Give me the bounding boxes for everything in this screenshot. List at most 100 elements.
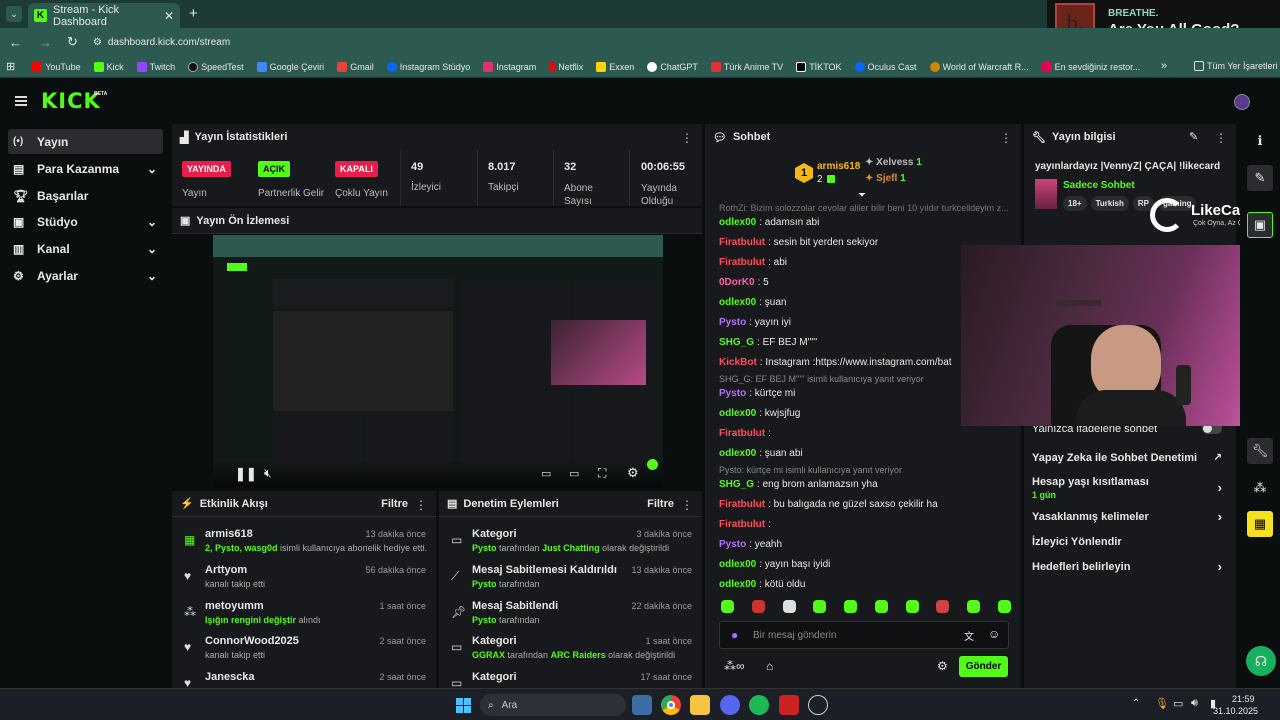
mic-icon[interactable]: ● <box>731 628 738 642</box>
chat-message[interactable]: odlex00: yayın başı iyidi <box>719 554 1013 574</box>
list-item[interactable]: ▭ Kategori 17 saat önce <box>439 668 702 688</box>
fullscreen-icon[interactable]: ⛶ <box>598 466 606 481</box>
tab-list-button[interactable]: ⌄ <box>6 6 22 22</box>
chat-username[interactable]: odlex00 <box>719 217 756 228</box>
bookmark-speedtest[interactable]: SpeedTest <box>188 61 244 72</box>
sidebar-item-ayarlar[interactable]: ⚙ Ayarlar ⌄ <box>8 263 163 288</box>
obs-icon[interactable] <box>779 695 799 715</box>
bookmark-wow[interactable]: World of Warcraft R... <box>929 61 1029 72</box>
bookmark-translate[interactable]: Google Çeviri <box>256 61 324 72</box>
emote-icon[interactable] <box>936 600 950 613</box>
chat-username[interactable]: Pysto <box>719 317 746 328</box>
emote-icon[interactable] <box>813 600 827 613</box>
wrench-icon[interactable]: 🔧︎ <box>1247 438 1273 464</box>
chat-message[interactable]: Firatbulut: <box>719 514 1013 534</box>
spotify-icon[interactable] <box>749 695 769 715</box>
taskbar-search[interactable]: ⌕ Ara <box>480 694 626 716</box>
mute-icon[interactable]: 🔇︎ <box>264 466 272 481</box>
filter-button[interactable]: Filtre <box>647 498 674 510</box>
mic-tray-icon[interactable]: 🎙︎ <box>1155 697 1169 710</box>
more-bookmarks-icon[interactable]: » <box>1161 60 1167 72</box>
moderation-menu-icon[interactable]: ⋮ <box>681 498 693 512</box>
list-item[interactable]: ▦ armis618 13 dakika önce 2, Pysto, wasg… <box>172 525 436 561</box>
emote-icon[interactable] <box>874 600 888 613</box>
sidebar-item-basarilar[interactable]: 🏆︎ Başarılar <box>8 183 163 208</box>
bookmark-exxen[interactable]: Exxen <box>596 61 634 72</box>
pause-icon[interactable]: ❚❚ <box>235 466 257 482</box>
top-gifter[interactable]: 1 armis618 2 <box>795 161 860 185</box>
pip-icon[interactable]: ▭ <box>541 467 551 480</box>
chat-username[interactable]: odlex00 <box>719 559 756 570</box>
discord-icon[interactable] <box>720 695 740 715</box>
clock-time[interactable]: 21:59 <box>1232 694 1255 704</box>
windows-start-icon[interactable] <box>453 695 473 715</box>
goals-row[interactable]: Hedefleri belirleyin › <box>1032 559 1226 574</box>
chat-username[interactable]: Pysto <box>719 539 746 550</box>
bookmark-anime[interactable]: Türk Anime TV <box>710 61 783 72</box>
chat-username[interactable]: Firatbulut <box>719 428 765 439</box>
bookmark-instagram[interactable]: Instagram <box>483 61 536 72</box>
list-item[interactable]: ⁂ metoyumm 1 saat önce Işığın rengini de… <box>172 597 436 633</box>
chat-menu-icon[interactable]: ⋮ <box>1000 131 1012 145</box>
list-item[interactable]: ♥ ConnorWood2025 2 saat önce kanalı taki… <box>172 632 436 668</box>
chat-username[interactable]: odlex00 <box>719 579 756 590</box>
bookmark-twitch[interactable]: Twitch <box>136 61 175 72</box>
emote-icon[interactable] <box>905 600 919 613</box>
sidebar-item-yayin[interactable]: (•) Yayın <box>8 129 163 154</box>
browser-tab[interactable]: K Stream - Kick Dashboard ✕ <box>28 3 180 28</box>
tag[interactable]: Turkish <box>1090 196 1129 211</box>
points-icon[interactable]: ⁂∞ <box>724 659 745 673</box>
chat-settings-icon[interactable]: ⚙ <box>937 659 948 673</box>
gifter-row[interactable]: ✦ Xelvess 1 <box>865 157 922 168</box>
close-tab-icon[interactable]: ✕ <box>164 9 174 23</box>
bookmark-kick[interactable]: Kick <box>93 61 124 72</box>
url-field[interactable]: dashboard.kick.com/stream <box>108 37 230 48</box>
chat-message[interactable]: Firatbulut: <box>719 423 1013 443</box>
chat-username[interactable]: odlex00 <box>719 297 756 308</box>
emote-icon[interactable] <box>997 600 1011 613</box>
emote-icon[interactable] <box>844 600 858 613</box>
network-icon[interactable]: ▭ <box>1173 697 1183 710</box>
forward-icon[interactable]: → <box>39 35 52 50</box>
tray-overflow-icon[interactable]: ⌃ <box>1132 698 1140 709</box>
emoji-icon[interactable]: ☺ <box>988 627 1000 641</box>
info-icon[interactable]: ℹ <box>1247 128 1273 154</box>
bookmark-oculus[interactable]: Oculus Cast <box>854 61 917 72</box>
chat-username[interactable]: odlex00 <box>719 408 756 419</box>
gifter-row[interactable]: ✦ Sjefl 1 <box>865 173 906 184</box>
list-item[interactable]: 📌︎ Mesaj Sabitlendi 22 dakika önce Pysto… <box>439 597 702 633</box>
sidebar-item-studyo[interactable]: ▣ Stüdyo ⌄ <box>8 209 163 234</box>
chat-input[interactable]: ● Bir mesaj gönderin 文 ☺ <box>719 621 1009 649</box>
list-item[interactable]: ▭ Kategori 3 dakika önce Pysto tarafında… <box>439 525 702 561</box>
chat-username[interactable]: Firatbulut <box>719 237 765 248</box>
activity-menu-icon[interactable]: ⋮ <box>415 498 427 512</box>
account-age-row[interactable]: Hesap yaşı kısıtlaması 1 gün › <box>1032 476 1226 500</box>
sidebar-item-kanal[interactable]: ▥ Kanal ⌄ <box>8 236 163 261</box>
chat-message[interactable]: Pysto: yeahh <box>719 534 1013 554</box>
list-item[interactable]: ▭ Kategori 1 saat önce GGRAX tarafından … <box>439 632 702 668</box>
theater-icon[interactable]: ▭ <box>569 467 579 480</box>
bookmark-tiktok[interactable]: TİKTOK <box>796 61 842 72</box>
list-item[interactable]: ♥ Arttyom 56 dakika önce kanalı takip et… <box>172 561 436 597</box>
chat-username[interactable]: odlex00 <box>719 448 756 459</box>
viewer-redirect-row[interactable]: İzleyici Yönlendir <box>1032 536 1226 548</box>
chrome-icon[interactable] <box>661 695 681 715</box>
bookmarks-folder[interactable]: Tüm Yer İşaretleri <box>1194 61 1278 71</box>
support-icon[interactable]: ☊ <box>1246 646 1276 676</box>
translate-icon[interactable]: 文 <box>964 628 974 643</box>
stats-menu-icon[interactable]: ⋮ <box>681 131 693 145</box>
bookmark-youtube[interactable]: YouTube <box>32 61 81 72</box>
steam-icon[interactable] <box>808 695 828 715</box>
chat-message[interactable]: Firatbulut: bu balıgada ne güzel saxso ç… <box>719 494 1013 514</box>
list-item[interactable]: ⟋ Mesaj Sabitlemesi Kaldırıldı 13 dakika… <box>439 561 702 597</box>
kick-logo[interactable]: KICK <box>41 89 101 113</box>
chat-message[interactable]: odlex00: kötü oldu <box>719 574 1013 594</box>
emote-icon[interactable] <box>721 600 734 613</box>
bookmark-restaurant[interactable]: En sevdiğiniz restor... <box>1041 61 1140 72</box>
banned-words-row[interactable]: Yasaklanmış kelimeler › <box>1032 509 1226 524</box>
list-item[interactable]: ♥ Janescka 2 saat önce <box>172 668 436 688</box>
task-view-icon[interactable] <box>632 695 652 715</box>
chat-message[interactable]: odlex00: şuan abi <box>719 443 1013 463</box>
chat-username[interactable]: Firatbulut <box>719 499 765 510</box>
bookmark-gmail[interactable]: Gmail <box>337 61 374 72</box>
